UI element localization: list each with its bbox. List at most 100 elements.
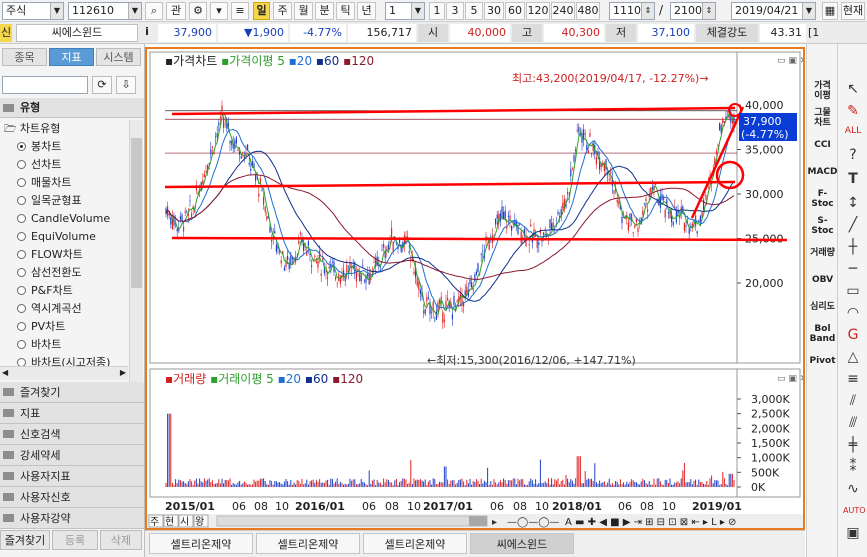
chevron-down-icon[interactable]: ▼ — [50, 3, 63, 19]
period-button[interactable]: 틱 — [336, 2, 355, 20]
chart-type-item[interactable]: P&F차트 — [0, 282, 128, 300]
stepper-icon[interactable]: ⇕ — [641, 3, 654, 19]
chart-type-item[interactable]: 봉차트 — [0, 138, 128, 156]
interval-button[interactable]: 5 — [465, 2, 483, 20]
speed-line-icon[interactable]: ╪ — [843, 436, 863, 454]
interval-select[interactable]: 1 ▼ — [385, 2, 425, 20]
price-volume-chart[interactable]: ▪가격차트 ▪가격이평 5 ▪20 ▪60 ▪120 ▭ ▣ ✕ ▪거래량 ▪거래이… — [147, 49, 807, 528]
indicator-button[interactable]: MACD — [808, 159, 838, 185]
radio-icon[interactable] — [17, 196, 26, 205]
chart-type-item[interactable]: CandleVolume — [0, 210, 128, 228]
rectangle-icon[interactable]: ▭ — [843, 282, 863, 300]
chart-type-folder[interactable]: 🗁 차트유형 — [0, 120, 128, 138]
trendline-icon[interactable]: ╱ — [843, 216, 863, 234]
sidebar-category[interactable]: 지표 — [0, 403, 144, 424]
sidebar-category[interactable]: 사용자신호 — [0, 487, 144, 508]
related-button[interactable]: 관 — [166, 2, 186, 20]
save-icon[interactable]: ▣ — [843, 524, 863, 542]
stock-tab[interactable]: 셀트리온제약 — [149, 533, 253, 554]
sidebar-category[interactable]: 사용자지표 — [0, 466, 144, 487]
help-icon[interactable]: ? — [843, 146, 863, 164]
sidebar-bottom-button[interactable]: 등록 — [52, 530, 98, 550]
interval-button[interactable]: 480 — [576, 2, 600, 20]
indicator-button[interactable]: Bol Band — [809, 321, 836, 347]
chart-type-item[interactable]: 매물차트 — [0, 174, 128, 192]
chart-tool-icons[interactable]: A ▬ ✚ ◀ ■ ▶ ⇥ ⊞ ⊟ ⊡ ⊠ ⇤ ▸ L ▸ ⊘ — [565, 517, 736, 528]
indicator-button[interactable]: F-Stoc — [809, 186, 836, 212]
radio-icon[interactable] — [17, 304, 26, 313]
count-input[interactable]: 1110 ⇕ — [609, 2, 655, 20]
chevron-right-icon[interactable]: ▶ — [120, 368, 126, 377]
pane-controls-icon[interactable]: ▭ ▣ ✕ — [777, 374, 807, 384]
interval-button[interactable]: 1 — [429, 2, 445, 20]
interval-button[interactable]: 60 — [505, 2, 525, 20]
indicator-button[interactable]: Pivot — [809, 348, 836, 374]
sidebar-bottom-button[interactable]: 삭제 — [100, 530, 142, 550]
period-button[interactable]: 분 — [315, 2, 334, 20]
interval-button[interactable]: 120 — [526, 2, 550, 20]
indicator-button[interactable]: 그물 차트 — [809, 105, 836, 131]
sidebar-category[interactable]: 신호검색 — [0, 424, 144, 445]
download-icon[interactable]: ⇩ — [116, 76, 136, 94]
search-button[interactable]: ⌕ — [145, 2, 163, 20]
radio-icon[interactable] — [17, 340, 26, 349]
cycle-icon[interactable]: ⁑ — [843, 458, 863, 476]
delete-all-icon[interactable]: ALL — [843, 122, 863, 140]
sidebar-bottom-button[interactable]: 즐겨찾기 — [0, 530, 50, 550]
sidebar-category[interactable]: 강세약세 — [0, 445, 144, 466]
arc-icon[interactable]: ◠ — [843, 304, 863, 322]
interval-button[interactable]: 240 — [551, 2, 575, 20]
gann-icon[interactable]: ⫽ — [843, 392, 863, 410]
period-button[interactable]: 년 — [357, 2, 376, 20]
interval-button[interactable]: 30 — [484, 2, 504, 20]
auto-icon[interactable]: AUTO — [843, 502, 866, 520]
chart-type-item[interactable]: EquiVolume — [0, 228, 128, 246]
current-button[interactable]: 현재 — [841, 2, 865, 20]
gear-icon[interactable]: ⚙ — [189, 2, 207, 20]
total-input[interactable]: 2100 ⇕ — [670, 2, 716, 20]
fan-icon[interactable]: ⫻ — [843, 414, 863, 432]
chart-type-item[interactable]: PV차트 — [0, 318, 128, 336]
radio-icon[interactable] — [17, 232, 26, 241]
date-input[interactable]: 2019/04/21 ▼ — [731, 2, 816, 20]
horizontal-scrollbar[interactable]: ◀ ▶ — [0, 366, 128, 380]
crosshair-icon[interactable]: ┼ — [843, 238, 863, 256]
radio-icon[interactable] — [17, 268, 26, 277]
wave-icon[interactable]: ∿ — [843, 480, 863, 498]
refresh-icon[interactable]: ⟳ — [92, 76, 112, 94]
line-tool-icon[interactable]: ↕ — [843, 194, 863, 212]
chart-type-item[interactable]: 선차트 — [0, 156, 128, 174]
chart-window[interactable]: ▪가격차트 ▪가격이평 5 ▪20 ▪60 ▪120 ▭ ▣ ✕ ▪거래량 ▪거래이… — [145, 47, 807, 530]
triangle-icon[interactable]: △ — [843, 348, 863, 366]
chart-type-item[interactable]: 바차트 — [0, 336, 128, 354]
info-icon[interactable]: i — [142, 25, 152, 41]
indicator-button[interactable]: 심리도 — [809, 294, 836, 320]
chart-scrollbar[interactable] — [216, 515, 488, 527]
chevron-down-icon[interactable]: ▼ — [411, 3, 424, 19]
interval-button[interactable]: 3 — [446, 2, 464, 20]
sidebar-tab[interactable]: 종목 — [2, 48, 47, 66]
cursor-icon[interactable]: ↖ — [843, 80, 863, 98]
indicator-button[interactable]: 가격 이평 — [809, 78, 836, 104]
chevron-left-icon[interactable]: ◀ — [2, 368, 8, 377]
chevron-down-icon[interactable]: ▼ — [802, 3, 815, 19]
period-button[interactable]: 주 — [273, 2, 292, 20]
chevron-down-icon[interactable]: ▼ — [128, 3, 141, 19]
sidebar-category[interactable]: 즐겨찾기 — [0, 382, 144, 403]
stock-tab[interactable]: 셀트리온제약 — [256, 533, 360, 554]
text-tool-icon[interactable]: T — [843, 170, 863, 188]
indicator-button[interactable]: CCI — [809, 132, 836, 158]
eraser-icon[interactable]: ✎ — [843, 102, 863, 120]
stepper-icon[interactable]: ⇕ — [702, 3, 715, 19]
chart-type-item[interactable]: 삼선전환도 — [0, 264, 128, 282]
stock-tab[interactable]: 셀트리온제약 — [363, 533, 467, 554]
chart-scroll-thumb[interactable] — [469, 516, 487, 526]
market-select[interactable]: 주식 ▼ — [2, 2, 64, 20]
scroll-right-icon[interactable]: ▸ — [492, 517, 497, 528]
radio-icon[interactable] — [17, 250, 26, 259]
indicator-button[interactable]: OBV — [809, 267, 836, 293]
period-day-button[interactable]: 일 — [253, 2, 270, 20]
chart-type-item[interactable]: 일목균형표 — [0, 192, 128, 210]
sidebar-scrollbar[interactable] — [129, 120, 143, 422]
chart-type-item[interactable]: 역시계곡선 — [0, 300, 128, 318]
